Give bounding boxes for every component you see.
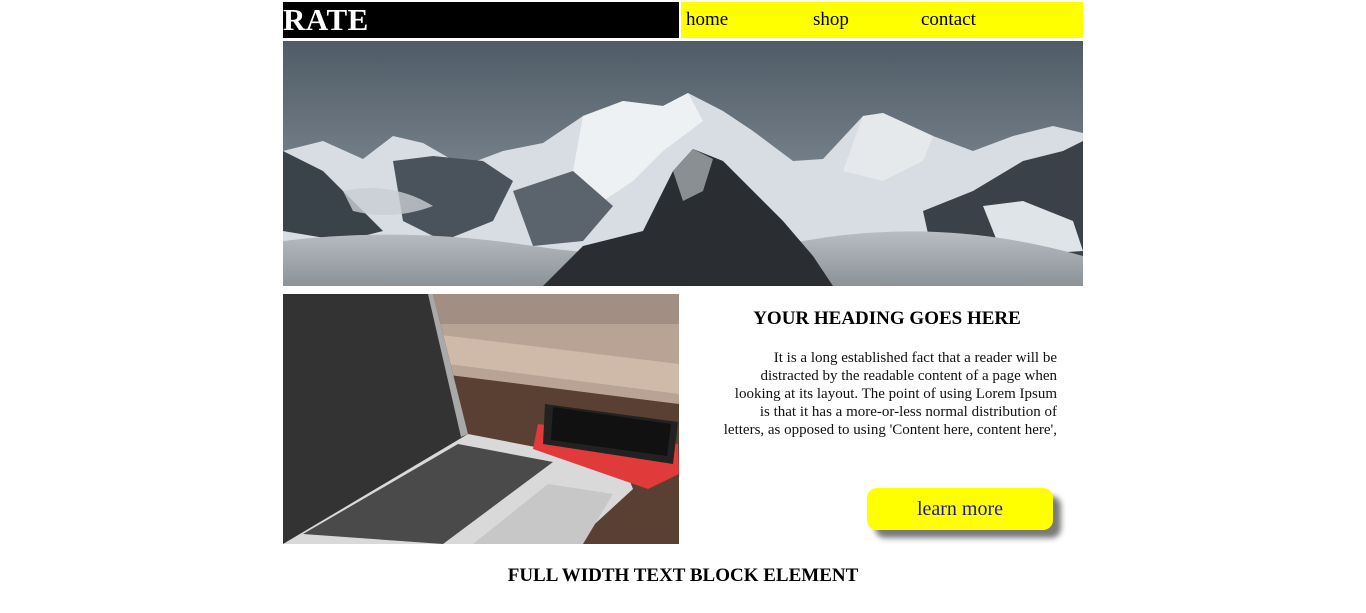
header: RATE home shop contact: [283, 2, 1083, 38]
nav-item-home[interactable]: home: [686, 2, 728, 38]
learn-more-button[interactable]: learn more: [867, 488, 1053, 530]
nav-item-contact[interactable]: contact: [921, 2, 976, 38]
hero-mountain-image: [283, 41, 1083, 286]
nav-bar: home shop contact: [681, 2, 1083, 38]
feature-heading: YOUR HEADING GOES HERE: [753, 308, 1021, 329]
logo[interactable]: RATE: [283, 2, 369, 38]
laptop-image: [283, 294, 679, 544]
feature-paragraph: It is a long established fact that a rea…: [723, 350, 1057, 438]
full-width-heading: FULL WIDTH TEXT BLOCK ELEMENT: [507, 565, 859, 586]
page-container: RATE home shop contact YOUR HEADING GOES…: [283, 2, 1083, 586]
nav-item-shop[interactable]: shop: [813, 2, 849, 38]
logo-bar: RATE: [283, 2, 679, 38]
feature-text-column: YOUR HEADING GOES HERE It is a long esta…: [723, 294, 1063, 544]
